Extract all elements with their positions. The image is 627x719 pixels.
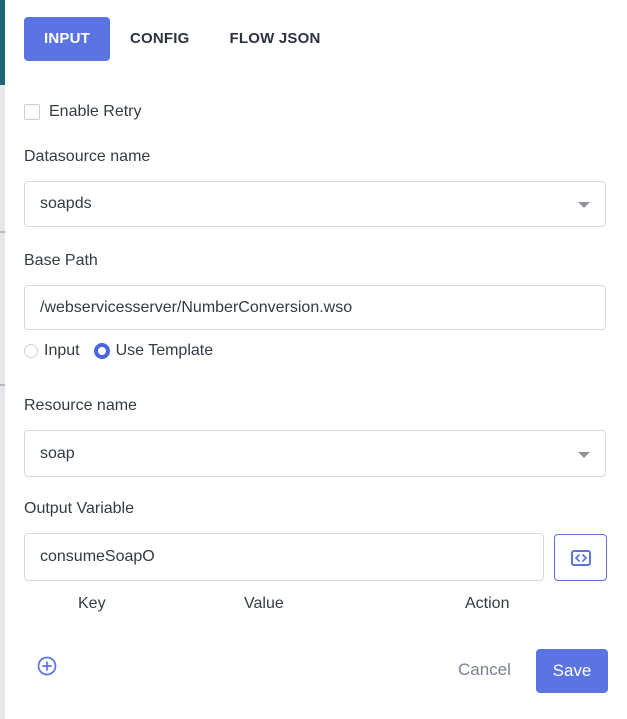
base-path-input[interactable]: /webservicesserver/NumberConversion.wso bbox=[24, 285, 606, 330]
enable-retry-row: Enable Retry bbox=[24, 103, 142, 121]
base-path-value: /webservicesserver/NumberConversion.wso bbox=[40, 298, 353, 316]
left-edge-panel bbox=[0, 0, 5, 719]
radio-input[interactable] bbox=[24, 344, 38, 358]
radio-input-label: Input bbox=[44, 342, 80, 359]
tab-bar: INPUT CONFIG FLOW JSON bbox=[24, 17, 341, 61]
chevron-down-icon bbox=[578, 452, 590, 458]
column-header-action: Action bbox=[465, 595, 510, 612]
code-editor-button[interactable] bbox=[554, 534, 607, 581]
output-variable-input[interactable]: consumeSoapO bbox=[24, 533, 544, 581]
left-edge-divider bbox=[0, 231, 5, 233]
radio-use-template[interactable] bbox=[93, 343, 110, 359]
enable-retry-label: Enable Retry bbox=[49, 103, 142, 120]
tab-input[interactable]: INPUT bbox=[24, 17, 110, 61]
left-edge-accent bbox=[0, 0, 5, 85]
tab-flow-json[interactable]: FLOW JSON bbox=[210, 17, 341, 61]
plus-circle-icon[interactable] bbox=[37, 656, 57, 676]
chevron-down-icon bbox=[578, 202, 590, 208]
column-header-value: Value bbox=[244, 595, 284, 612]
output-variable-label: Output Variable bbox=[24, 500, 134, 517]
base-path-label: Base Path bbox=[24, 252, 98, 269]
cancel-button[interactable]: Cancel bbox=[458, 660, 511, 680]
base-path-mode-group: Input Use Template bbox=[24, 342, 227, 360]
datasource-label: Datasource name bbox=[24, 148, 151, 165]
resource-value: soap bbox=[40, 444, 75, 462]
left-edge-divider bbox=[0, 384, 5, 386]
radio-use-template-label: Use Template bbox=[115, 342, 214, 359]
code-brackets-icon bbox=[570, 549, 591, 566]
datasource-value: soapds bbox=[40, 195, 92, 212]
tab-config[interactable]: CONFIG bbox=[110, 17, 210, 61]
datasource-select[interactable]: soapds bbox=[24, 181, 606, 227]
output-variable-value: consumeSoapO bbox=[40, 548, 155, 565]
resource-label: Resource name bbox=[24, 397, 137, 414]
enable-retry-checkbox[interactable] bbox=[24, 104, 40, 120]
column-header-key: Key bbox=[78, 595, 106, 612]
resource-select[interactable]: soap bbox=[24, 430, 606, 477]
save-button[interactable]: Save bbox=[536, 649, 608, 693]
